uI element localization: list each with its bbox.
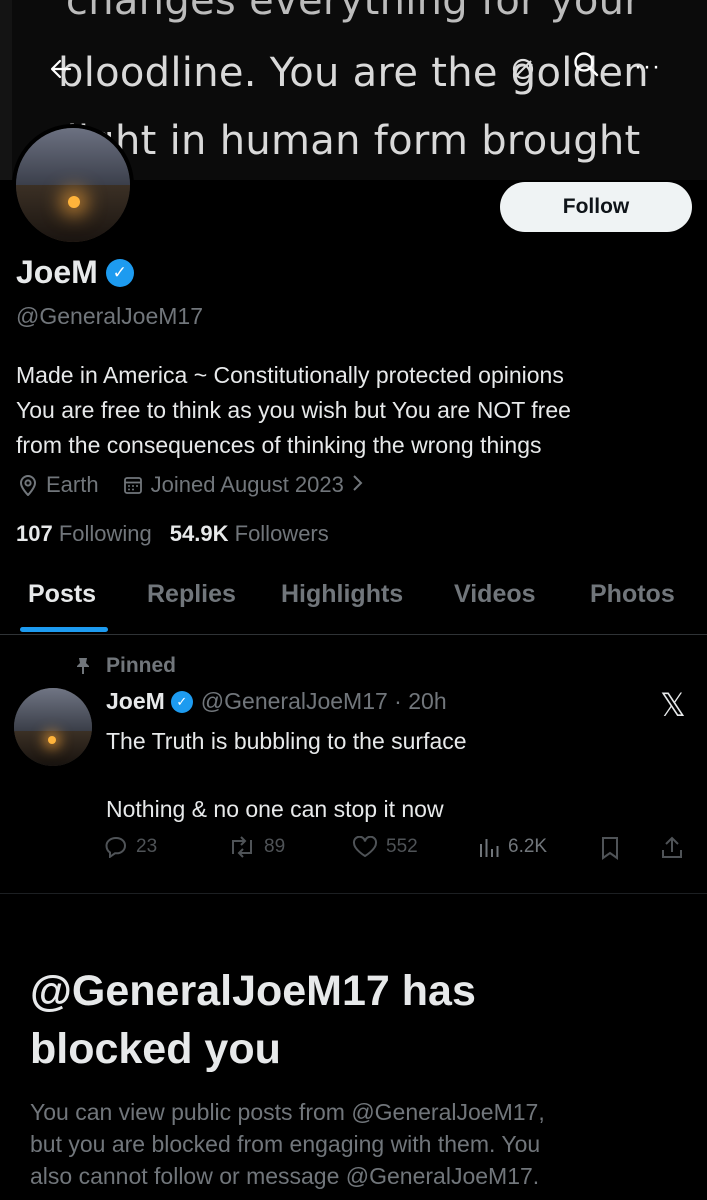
post-avatar[interactable]: [14, 688, 92, 766]
post-text-line: Nothing & no one can stop it now: [106, 796, 444, 822]
repost-button[interactable]: 89: [228, 836, 285, 858]
avatar-ground: [16, 185, 130, 242]
reply-button[interactable]: 23: [104, 836, 157, 858]
profile-handle: @GeneralJoeM17: [16, 303, 203, 329]
blocked-title: @GeneralJoeM17 has blocked you: [30, 962, 680, 1078]
share-button[interactable]: [660, 836, 692, 860]
avatar-sky: [14, 688, 92, 731]
translate-icon[interactable]: [510, 56, 536, 88]
reply-count: 23: [136, 836, 158, 857]
pinned-text: Pinned: [106, 654, 177, 677]
blocked-desc-line: also cannot follow or message @GeneralJo…: [30, 1163, 540, 1189]
post-text-line: The Truth is bubbling to the surface: [106, 728, 467, 754]
like-count: 552: [386, 836, 418, 857]
profile-tabs: Posts Replies Highlights Videos Photos: [0, 570, 707, 635]
post-text-spacer: [106, 758, 467, 792]
blocked-title-line: @GeneralJoeM17 has: [30, 967, 476, 1015]
calendar-icon: [123, 475, 143, 495]
verified-badge-icon[interactable]: ✓: [105, 258, 134, 287]
arrow-left-icon[interactable]: [50, 56, 72, 86]
avatar-sky: [16, 128, 130, 185]
follow-stats: 107 Following 54.9K Followers: [16, 521, 347, 547]
views-button[interactable]: 6.2K: [478, 836, 547, 858]
location-text: Earth: [46, 472, 99, 497]
views-count: 6.2K: [508, 836, 548, 857]
blocked-title-line: blocked you: [30, 1025, 281, 1073]
tab-replies[interactable]: Replies: [147, 580, 236, 609]
post-text: The Truth is bubbling to the surface Not…: [106, 724, 467, 826]
post-header: JoeM ✓ @GeneralJoeM17 · 20h: [106, 688, 447, 715]
tab-posts[interactable]: Posts: [28, 580, 96, 609]
location: Earth: [18, 472, 99, 498]
profile-meta: Earth Joined August 2023: [18, 472, 388, 498]
bio-line: from the consequences of thinking the wr…: [16, 432, 542, 458]
search-icon[interactable]: [572, 50, 600, 84]
like-button[interactable]: 552: [352, 836, 418, 858]
display-name: JoeM: [16, 254, 98, 290]
blocked-desc-line: You can view public posts from @GeneralJ…: [30, 1099, 545, 1125]
pin-icon: [76, 657, 90, 675]
follow-button[interactable]: Follow: [500, 182, 692, 232]
following-stat[interactable]: 107 Following: [16, 521, 152, 547]
repost-icon: [232, 836, 252, 858]
banner-text-line: bloodline. You are the golden: [58, 50, 649, 96]
repost-count: 89: [264, 836, 286, 857]
tab-photos[interactable]: Photos: [590, 580, 675, 609]
followers-count: 54.9K: [169, 521, 229, 546]
verified-badge-icon: ✓: [170, 690, 193, 713]
chevron-right-icon: [352, 472, 364, 498]
joined-text: Joined August 2023: [150, 472, 344, 497]
pinned-label: Pinned: [76, 654, 176, 678]
share-icon: [662, 836, 682, 858]
profile-display-name-row: JoeM ✓: [16, 254, 134, 291]
bookmark-button[interactable]: [600, 836, 628, 860]
x-logo-icon: 𝕏: [660, 686, 686, 724]
joined-date[interactable]: Joined August 2023: [123, 472, 364, 498]
avatar[interactable]: [12, 124, 134, 246]
followers-stat[interactable]: 54.9K Followers: [170, 521, 329, 547]
profile-bio: Made in America ~ Constitutionally prote…: [16, 358, 571, 463]
blocked-desc-line: but you are blocked from engaging with t…: [30, 1131, 541, 1157]
post-actions: 23 89 552 6.2K: [104, 836, 694, 866]
blocked-description: You can view public posts from @GeneralJ…: [30, 1096, 690, 1192]
more-horizontal-icon[interactable]: ···: [634, 52, 661, 82]
followers-label: Followers: [234, 521, 329, 546]
tab-highlights[interactable]: Highlights: [281, 580, 403, 609]
reply-icon: [105, 836, 127, 858]
active-tab-indicator: [20, 627, 108, 632]
post-author-handle-time[interactable]: @GeneralJoeM17 · 20h: [201, 688, 447, 715]
bio-line: You are free to think as you wish but Yo…: [16, 397, 571, 423]
views-icon: [480, 839, 499, 857]
location-pin-icon: [18, 474, 38, 496]
section-divider: [0, 893, 707, 894]
following-count: 107: [16, 521, 53, 546]
following-label: Following: [58, 521, 152, 546]
bio-line: Made in America ~ Constitutionally prote…: [16, 362, 564, 388]
banner-text-line: changes everything for your: [65, 0, 642, 24]
bookmark-icon: [602, 837, 618, 860]
tab-videos[interactable]: Videos: [454, 580, 536, 609]
heart-icon: [352, 836, 378, 858]
post-author-name[interactable]: JoeM: [106, 688, 165, 715]
